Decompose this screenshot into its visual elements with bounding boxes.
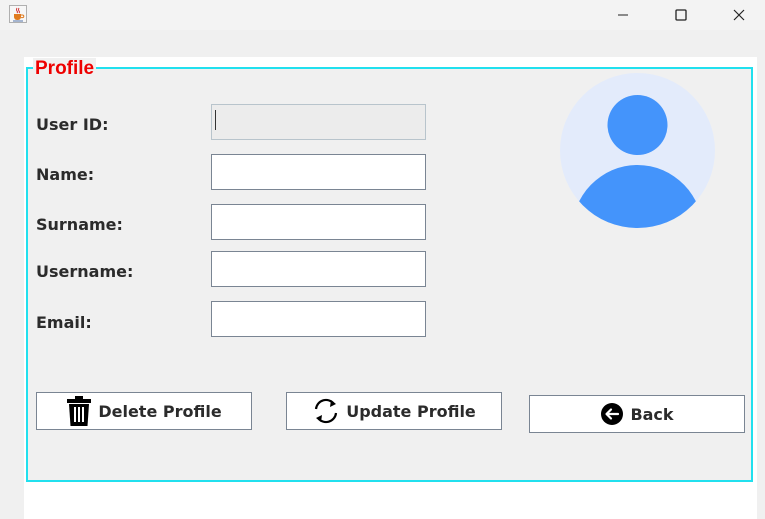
update-profile-button[interactable]: Update Profile (286, 392, 502, 430)
text-caret (215, 110, 216, 130)
delete-profile-button[interactable]: Delete Profile (36, 392, 252, 430)
email-label: Email: (36, 313, 92, 332)
close-window-button[interactable] (716, 0, 762, 30)
name-field[interactable] (211, 154, 426, 190)
close-icon (733, 9, 745, 21)
delete-profile-label: Delete Profile (98, 401, 222, 421)
username-label: Username: (36, 262, 134, 281)
java-cup-icon (9, 5, 27, 23)
back-button[interactable]: Back (529, 395, 745, 433)
arrow-left-circle-icon (601, 403, 624, 425)
minimize-icon (618, 14, 628, 16)
maximize-button[interactable] (658, 0, 704, 30)
profile-legend: Profile (33, 58, 97, 80)
minimize-button[interactable] (600, 0, 646, 30)
window-titlebar (0, 0, 765, 30)
refresh-icon (315, 398, 338, 424)
surname-label: Surname: (36, 215, 123, 234)
name-label: Name: (36, 165, 95, 184)
back-label: Back (630, 404, 674, 424)
surname-field[interactable] (211, 204, 426, 240)
window-content: Profile User ID: Name: Surname: Username… (0, 30, 765, 519)
email-field[interactable] (211, 301, 426, 337)
user-id-label: User ID: (36, 115, 109, 134)
user-id-field[interactable] (211, 104, 426, 140)
update-profile-label: Update Profile (346, 401, 476, 421)
username-field[interactable] (211, 251, 426, 287)
maximize-icon (675, 9, 687, 21)
user-avatar-icon (560, 73, 715, 228)
trash-icon (67, 396, 92, 426)
